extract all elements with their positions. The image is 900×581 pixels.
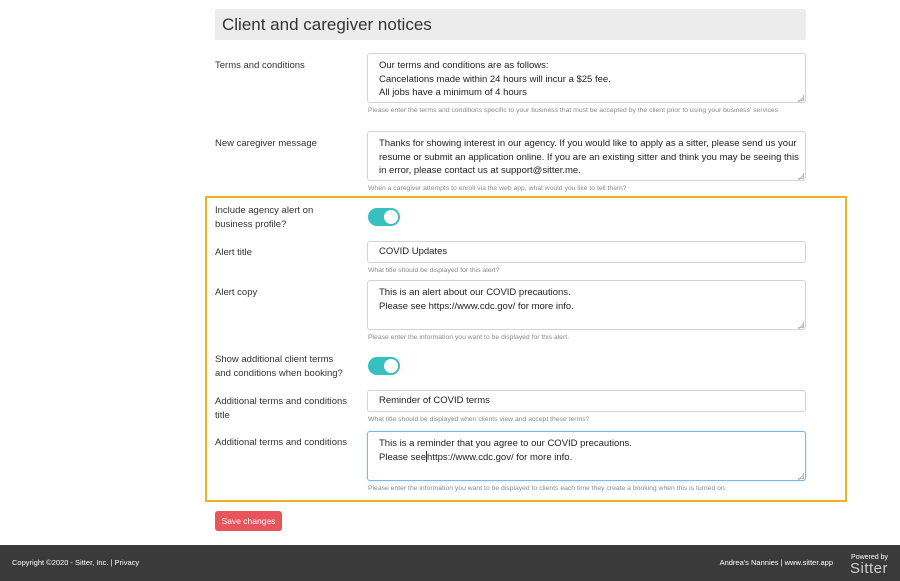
- sitter-logo: Sitter: [849, 560, 888, 577]
- toggle-knob: [384, 359, 398, 373]
- terms-help: Please enter the terms and conditions sp…: [368, 107, 779, 114]
- additional-terms-line: Please seehttps://www.cdc.gov/ for more …: [379, 450, 794, 465]
- caregiver-message-line: in error, please contact us at support@s…: [379, 165, 581, 176]
- additional-terms-title-label: Additional terms and conditions title: [215, 396, 348, 421]
- footer-copyright: Copyright ©2020 - Sitter, Inc. | Privacy: [12, 545, 139, 581]
- alert-copy-help: Please enter the information you want to…: [368, 334, 569, 341]
- additional-terms-line: This is a reminder that you agree to our…: [379, 438, 632, 449]
- agency-alert-toggle[interactable]: [368, 208, 400, 226]
- alert-copy-label: Alert copy: [215, 287, 258, 298]
- additional-terms-text-after-caret: https://www.cdc.gov/ for more info.: [427, 451, 573, 463]
- additional-terms-title-input[interactable]: Reminder of COVID terms: [367, 390, 806, 412]
- caregiver-message-label: New caregiver message: [215, 138, 317, 149]
- section-header: Client and caregiver notices: [215, 9, 806, 40]
- resize-handle[interactable]: [798, 322, 804, 328]
- privacy-link[interactable]: Privacy: [115, 558, 140, 567]
- terms-label: Terms and conditions: [215, 60, 305, 71]
- alert-copy-line: This is an alert about our COVID precaut…: [379, 287, 571, 298]
- caregiver-message-line: Thanks for showing interest in our agenc…: [379, 138, 797, 149]
- caregiver-message-line: resume or submit an application online. …: [379, 151, 799, 163]
- alert-title-label: Alert title: [215, 247, 252, 258]
- additional-terms-toggle[interactable]: [368, 357, 400, 375]
- alert-title-value: COVID Updates: [379, 246, 448, 257]
- additional-terms-title-help: What title should be displayed when clie…: [368, 416, 590, 423]
- additional-terms-title-value: Reminder of COVID terms: [379, 395, 490, 406]
- terms-line: Our terms and conditions are as follows:: [379, 60, 549, 71]
- additional-terms-text-before-caret: Please see: [379, 451, 427, 463]
- agency-alert-label: Include agency alert on business profile…: [215, 205, 314, 230]
- alert-copy-textarea[interactable]: This is an alert about our COVID precaut…: [367, 280, 806, 330]
- alert-title-help: What title should be displayed for this …: [368, 267, 500, 274]
- copyright-text: Copyright ©2020 - Sitter, Inc. |: [12, 558, 115, 567]
- terms-textarea[interactable]: Our terms and conditions are as follows:…: [367, 53, 806, 103]
- caregiver-message-textarea[interactable]: Thanks for showing interest in our agenc…: [367, 131, 806, 181]
- additional-terms-help: Please enter the information you want to…: [368, 485, 727, 492]
- powered-by: Powered by Sitter: [838, 553, 888, 576]
- additional-terms-textarea[interactable]: This is a reminder that you agree to our…: [367, 431, 806, 481]
- caregiver-message-help: When a caregiver attempts to enroll via …: [368, 185, 627, 192]
- terms-line: All jobs have a minimum of 4 hours: [379, 87, 527, 98]
- resize-handle[interactable]: [798, 173, 804, 179]
- alert-title-input[interactable]: COVID Updates: [367, 241, 806, 263]
- section-title: Client and caregiver notices: [222, 15, 432, 34]
- footer-agency[interactable]: Andrea's Nannies | www.sitter.app: [720, 545, 833, 581]
- additional-terms-label: Additional terms and conditions: [215, 437, 348, 448]
- terms-line: Cancelations made within 24 hours will i…: [379, 73, 611, 85]
- toggle-knob: [384, 210, 398, 224]
- resize-handle[interactable]: [798, 473, 804, 479]
- resize-handle[interactable]: [798, 95, 804, 101]
- alert-copy-line: Please see https://www.cdc.gov/ for more…: [379, 300, 574, 312]
- footer: Copyright ©2020 - Sitter, Inc. | Privacy…: [0, 545, 900, 581]
- save-button[interactable]: Save changes: [215, 511, 282, 531]
- additional-terms-toggle-label: Show additional client terms and conditi…: [215, 354, 343, 379]
